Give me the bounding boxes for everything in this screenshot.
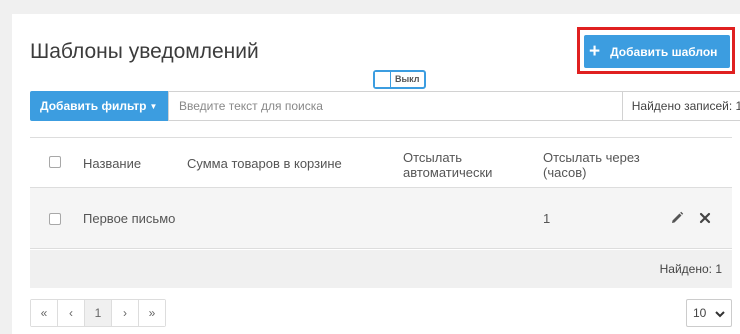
toggle-label: Выкл — [395, 74, 420, 84]
search-input[interactable] — [168, 91, 623, 121]
delete-x-icon[interactable] — [697, 210, 713, 226]
page-size-select[interactable]: 10 — [686, 299, 732, 327]
column-header-cart-sum[interactable]: Сумма товаров в корзине — [187, 156, 342, 171]
page-title: Шаблоны уведомлений — [30, 40, 259, 63]
row-name[interactable]: Первое письмо — [83, 211, 175, 226]
add-template-label: Добавить шаблон — [610, 44, 718, 59]
add-filter-label: Добавить фильтр — [40, 99, 147, 113]
pagination: « ‹ 1 › » — [30, 299, 166, 327]
column-header-send-after[interactable]: Отсылать через (часов) — [543, 150, 658, 180]
page-size-value: 10 — [693, 306, 707, 320]
first-page-button[interactable]: « — [31, 300, 58, 326]
footer-count: Найдено: 1 — [659, 262, 722, 276]
templates-table: Название Сумма товаров в корзине Отсылат… — [30, 137, 732, 249]
select-all-checkbox[interactable] — [49, 156, 61, 168]
add-filter-button[interactable]: Добавить фильтр ▼ — [30, 91, 168, 121]
auto-send-toggle[interactable]: Выкл — [373, 70, 426, 89]
add-template-button[interactable]: + Добавить шаблон — [584, 35, 730, 68]
table-footer: Найдено: 1 — [30, 250, 732, 288]
plus-icon: + — [589, 41, 601, 62]
filter-bar: Добавить фильтр ▼ Найдено записей: 1 — [30, 91, 740, 121]
next-page-button[interactable]: › — [112, 300, 139, 326]
caret-down-icon: ▼ — [149, 101, 158, 111]
row-checkbox[interactable] — [49, 213, 61, 225]
prev-page-button[interactable]: ‹ — [58, 300, 85, 326]
column-header-name[interactable]: Название — [83, 156, 141, 171]
row-send-after: 1 — [543, 211, 551, 226]
chevron-down-icon — [715, 308, 725, 322]
table-header: Название Сумма товаров в корзине Отсылат… — [30, 137, 732, 188]
records-found: Найдено записей: 1 — [622, 91, 740, 121]
current-page[interactable]: 1 — [85, 300, 112, 326]
column-header-auto-send[interactable]: Отсылать автоматически — [403, 150, 513, 180]
table-row[interactable]: Первое письмо 1 — [30, 188, 732, 249]
last-page-button[interactable]: » — [139, 300, 165, 326]
toggle-knob — [375, 72, 391, 87]
edit-pencil-icon[interactable] — [669, 210, 685, 226]
